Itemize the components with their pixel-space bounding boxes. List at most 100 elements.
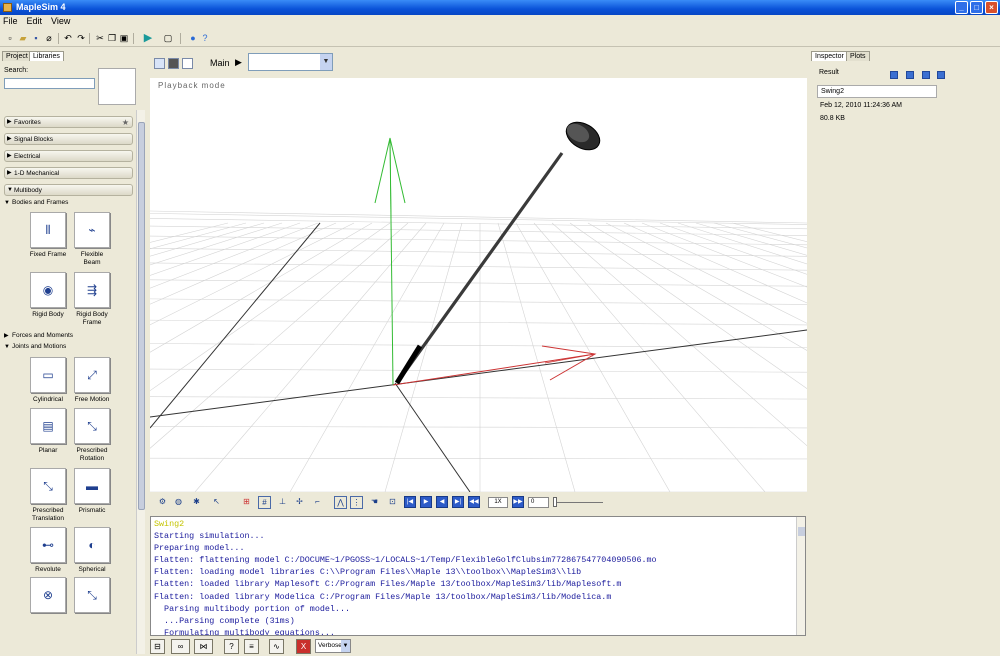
network-icon[interactable]: ⋈ [194,639,213,654]
free-motion-icon: ⤢ [87,368,97,382]
component-flexible-beam[interactable]: ⌁ Flexible Beam [72,212,112,267]
subsystem-select[interactable]: ▼ [248,53,333,71]
globe-icon[interactable]: ◍ [172,496,185,509]
menu-file[interactable]: File [3,15,18,28]
paste-icon[interactable]: ▣ [119,33,129,43]
menu-edit[interactable]: Edit [27,15,43,28]
component-planar[interactable]: ▤ Planar [28,408,68,455]
diagram-view-icon[interactable] [154,58,165,69]
time-slider[interactable] [553,497,603,507]
breadcrumb-arrow-icon: ▶ [235,57,242,67]
undo-icon[interactable]: ↶ [63,33,73,43]
component-spherical[interactable]: ◐ Spherical [72,527,112,574]
cut-icon[interactable]: ✂ [95,33,105,43]
console-scrollbar[interactable] [796,517,805,635]
skip-end-icon[interactable]: ▶| [452,496,464,508]
component-fixed-frame[interactable]: ⫴ Fixed Frame [28,212,68,259]
plot-icon[interactable]: ⋀ [334,496,347,509]
measure-icon[interactable]: ⋮ [350,496,363,509]
save-result-icon[interactable] [906,71,914,79]
console-toolbar: ⊟ ∞ ⋈ ? ≡ ∿ X Verbose ▼ [148,638,808,656]
maximize-button[interactable]: □ [970,1,983,14]
chat-icon[interactable]: ● [188,33,198,43]
new-icon[interactable]: ▫ [5,33,15,43]
save-icon[interactable]: ▪ [31,33,41,43]
grid-toggle-icon[interactable]: # [258,496,271,509]
category-signal-blocks[interactable]: ▶ Signal Blocks [4,133,133,145]
open-icon[interactable]: ▰ [18,33,28,43]
camera-icon[interactable]: ⊡ [386,496,399,509]
component-free-motion[interactable]: ⤢ Free Motion [72,357,112,404]
clear-console-icon[interactable]: X [296,639,311,654]
cylindrical-icon: ▭ [42,368,54,382]
component-more-1[interactable]: ⊗ [28,577,68,616]
probe-icon[interactable]: ✱ [190,496,203,509]
fast-forward-icon[interactable]: ▶▶ [512,496,524,508]
tab-plots[interactable]: Plots [846,51,870,61]
category-multibody[interactable]: ▼ Multibody [4,184,133,196]
search-input[interactable] [4,78,95,89]
select-box-icon[interactable]: ⊞ [240,496,253,509]
delete-result-icon[interactable] [890,71,898,79]
export-result-icon[interactable] [922,71,930,79]
skip-back-icon[interactable]: |◀ [404,496,416,508]
category-1d-mechanical[interactable]: ▶ 1-D Mechanical [4,167,133,179]
minimize-button[interactable]: _ [955,1,968,14]
main-toolbar: ▫ ▰ ▪ ⌀ ↶ ↷ ✂ ❐ ▣ ▶ ▢ ● ? [0,29,1000,47]
subhead-bodies-frames[interactable]: ▼ Bodies and Frames [4,199,68,207]
edit-result-icon[interactable] [937,71,945,79]
category-electrical[interactable]: ▶ Electrical [4,150,133,162]
hand-icon[interactable]: ☚ [368,496,381,509]
help-icon[interactable]: ? [200,33,210,43]
frame-field[interactable]: 0 [528,497,549,508]
run-simulation-icon[interactable]: ▶ [143,33,153,44]
console-line: Preparing model... [154,543,245,554]
dark-view-icon[interactable] [168,58,179,69]
playback-mode-label: Playback mode [158,81,226,90]
club-grip [394,344,423,385]
category-favorites[interactable]: ▶ Favorites ★ [4,116,133,128]
play-icon[interactable]: ▶ [420,496,432,508]
copy-icon[interactable]: ❐ [107,33,117,43]
component-more-2[interactable]: ⤡ [72,577,112,616]
component-prescribed-translation[interactable]: ⤡ Prescribed Translation [28,468,68,523]
snapshot-icon[interactable]: ⚙ [156,496,169,509]
component-rigid-body-frame[interactable]: ⇶ Rigid Body Frame [72,272,112,327]
split-view-icon[interactable] [182,58,193,69]
speed-field[interactable]: 1X [488,497,508,508]
redo-icon[interactable]: ↷ [76,33,86,43]
help-console-icon[interactable]: ? [224,639,239,654]
subhead-forces-moments[interactable]: ▶ Forces and Moments [4,332,73,340]
component-rigid-body[interactable]: ◉ Rigid Body [28,272,68,319]
component-prescribed-rotation[interactable]: ⤡ Prescribed Rotation [72,408,112,463]
fan-icon[interactable]: ✢ [293,496,306,509]
component-prismatic[interactable]: ▬ Prismatic [72,468,112,515]
tab-project[interactable]: Project [2,51,32,61]
tab-inspector[interactable]: Inspector [811,51,848,61]
library-scrollbar[interactable] [136,110,145,654]
3d-viewport[interactable]: Playback mode [150,78,807,492]
tab-libraries[interactable]: Libraries [29,51,64,61]
rewind-icon[interactable]: ◀◀ [468,496,480,508]
console-line: Starting simulation... [154,531,265,542]
diagram-icon[interactable]: ⊟ [150,639,165,654]
waveform-icon[interactable]: ∿ [269,639,284,654]
vector-icon[interactable]: ⌐ [311,496,324,509]
revolute-icon: ⊷ [42,538,54,552]
axes-icon[interactable]: ⊥ [276,496,289,509]
component-cylindrical[interactable]: ▭ Cylindrical [28,357,68,404]
step-back-icon[interactable]: ◀ [436,496,448,508]
breadcrumb[interactable]: Main [210,58,230,68]
component-revolute[interactable]: ⊷ Revolute [28,527,68,574]
verbosity-select[interactable]: Verbose ▼ [315,639,351,653]
star-icon[interactable]: ★ [122,117,129,128]
console-view-icon[interactable]: ≡ [244,639,259,654]
close-window-button[interactable]: × [985,1,998,14]
pointer-icon[interactable]: ↖ [210,496,223,509]
result-name-field[interactable]: Swing2 [817,85,937,98]
attach-icon[interactable]: ⌀ [44,33,54,43]
subhead-joints-motions[interactable]: ▼ Joints and Motions [4,343,66,351]
menu-view[interactable]: View [51,15,70,28]
link-icon[interactable]: ∞ [171,639,190,654]
stop-icon[interactable]: ▢ [163,33,173,43]
